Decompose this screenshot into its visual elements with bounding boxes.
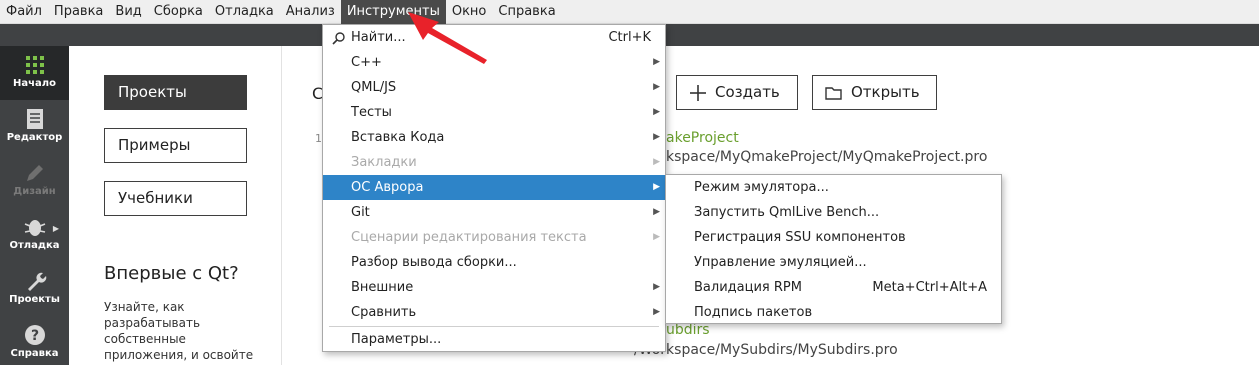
- menu-item-label: Параметры...: [351, 332, 442, 347]
- submenu-item-label: Валидация RPM: [694, 280, 802, 295]
- menu-view[interactable]: Вид: [109, 0, 147, 24]
- create-label: Создать: [715, 83, 780, 101]
- menu-analyze[interactable]: Анализ: [280, 0, 341, 24]
- menu-item-options[interactable]: Параметры...: [323, 327, 665, 352]
- submenu-item-label: Управление эмуляцией...: [694, 255, 867, 270]
- mode-label: Проекты: [9, 294, 60, 305]
- menu-item-label: Вставка Кода: [351, 130, 445, 145]
- menu-item-tests[interactable]: Тесты ▶: [323, 100, 665, 125]
- menu-item-label: ОС Аврора: [351, 180, 424, 195]
- mode-editor[interactable]: Редактор: [0, 100, 69, 154]
- plus-icon: [690, 85, 706, 101]
- search-icon: [332, 32, 345, 45]
- aurora-os-submenu: Режим эмулятора... Запустить QmlLive Ben…: [665, 174, 1002, 324]
- menu-item-label: Тесты: [351, 105, 392, 120]
- welcome-tutorials-button[interactable]: Учебники: [104, 181, 247, 216]
- menu-item-label: Закладки: [351, 155, 417, 170]
- menu-item-git[interactable]: Git ▶: [323, 200, 665, 225]
- mode-label: Дизайн: [13, 186, 56, 197]
- submenu-arrow-icon: ▶: [653, 57, 660, 67]
- menu-item-label: Найти...: [351, 30, 406, 45]
- welcome-examples-button[interactable]: Примеры: [104, 128, 247, 163]
- shortcut-label: Ctrl+K: [608, 30, 651, 45]
- mode-design[interactable]: Дизайн: [0, 154, 69, 208]
- welcome-nav-panel: Проекты Примеры Учебники Впервые с Qt? У…: [69, 46, 282, 365]
- svg-text:?: ?: [30, 328, 38, 344]
- submenu-arrow-icon: ▶: [653, 282, 660, 292]
- mode-label: Начало: [13, 78, 56, 89]
- submenu-arrow-icon: ▶: [653, 157, 660, 167]
- bug-icon: [24, 220, 45, 236]
- menu-item-aurora-os[interactable]: ОС Аврора ▶: [323, 175, 665, 200]
- welcome-projects-button[interactable]: Проекты: [104, 75, 247, 110]
- menu-item-find[interactable]: Найти... Ctrl+K: [323, 25, 665, 50]
- new-to-qt-text: Узнайте, как разрабатывать собственные п…: [104, 300, 254, 362]
- mode-label: Справка: [10, 348, 59, 359]
- tools-menu: Найти... Ctrl+K C++ ▶ QML/JS ▶ Тесты ▶ В…: [322, 24, 666, 352]
- mode-projects[interactable]: Проекты: [0, 262, 69, 316]
- open-project-button[interactable]: Открыть: [812, 75, 937, 110]
- submenu-item-label: Режим эмулятора...: [694, 180, 829, 195]
- shortcut-label: Meta+Ctrl+Alt+A: [872, 280, 987, 295]
- menu-item-label: Сравнить: [351, 305, 417, 320]
- submenu-item-ssu-registration[interactable]: Регистрация SSU компонентов: [666, 225, 1001, 250]
- menu-item-label: Внешние: [351, 280, 414, 295]
- submenu-item-qmllive-bench[interactable]: Запустить QmlLive Bench...: [666, 200, 1001, 225]
- submenu-arrow-icon: ▶: [653, 182, 660, 192]
- recent-project-path: /Workspace/MySubdirs/MySubdirs.pro: [634, 342, 898, 358]
- menu-item-parse-build-output[interactable]: Разбор вывода сборки...: [323, 250, 665, 275]
- help-icon: ?: [24, 325, 45, 345]
- expand-arrow-icon: ▶: [52, 224, 59, 233]
- menu-item-label: Сценарии редактирования текста: [351, 230, 587, 245]
- annotation-arrow-icon: [408, 12, 487, 64]
- recent-project-path: kspace/MyQmakeProject/MyQmakeProject.pro: [666, 149, 988, 165]
- wrench-icon: [27, 272, 46, 291]
- open-label: Открыть: [851, 83, 920, 101]
- menu-help[interactable]: Справка: [492, 0, 561, 24]
- recent-project-number: 1: [315, 132, 322, 145]
- create-project-button[interactable]: Создать: [676, 75, 798, 110]
- menu-edit[interactable]: Правка: [48, 0, 109, 24]
- mode-debug[interactable]: Отладка ▶: [0, 208, 69, 262]
- submenu-arrow-icon: ▶: [653, 207, 660, 217]
- submenu-item-label: Подпись пакетов: [694, 305, 813, 320]
- submenu-item-label: Запустить QmlLive Bench...: [694, 205, 880, 220]
- menu-file[interactable]: Файл: [0, 0, 48, 24]
- recent-project-name[interactable]: akeProject: [666, 130, 739, 146]
- menu-build[interactable]: Сборка: [148, 0, 209, 24]
- menu-item-text-editing-macros: Сценарии редактирования текста ▶: [323, 225, 665, 250]
- document-icon: [26, 109, 43, 129]
- grid-icon: [25, 56, 44, 74]
- mode-label: Редактор: [6, 132, 63, 143]
- folder-icon: [825, 87, 842, 100]
- menu-item-label: Разбор вывода сборки...: [351, 255, 517, 270]
- new-to-qt-title: Впервые с Qt?: [104, 263, 239, 284]
- menu-item-code-snippets[interactable]: Вставка Кода ▶: [323, 125, 665, 150]
- pencil-icon: [26, 165, 43, 181]
- menu-item-bookmarks: Закладки ▶: [323, 150, 665, 175]
- menu-item-label: Git: [351, 205, 370, 220]
- submenu-item-emulation-control[interactable]: Управление эмуляцией...: [666, 250, 1001, 275]
- menu-item-qmljs[interactable]: QML/JS ▶: [323, 75, 665, 100]
- mode-welcome[interactable]: Начало: [0, 46, 69, 100]
- menu-debug[interactable]: Отладка: [209, 0, 280, 24]
- submenu-arrow-icon: ▶: [653, 232, 660, 242]
- mode-label: Отладка: [9, 240, 60, 251]
- menu-bar: Файл Правка Вид Сборка Отладка Анализ Ин…: [0, 0, 1259, 24]
- submenu-arrow-icon: ▶: [653, 132, 660, 142]
- mode-help[interactable]: ? Справка: [0, 316, 69, 365]
- menu-item-cpp[interactable]: C++ ▶: [323, 50, 665, 75]
- menu-item-diff[interactable]: Сравнить ▶: [323, 300, 665, 325]
- menu-item-external[interactable]: Внешние ▶: [323, 275, 665, 300]
- submenu-arrow-icon: ▶: [653, 82, 660, 92]
- submenu-arrow-icon: ▶: [653, 107, 660, 117]
- submenu-item-sign-packages[interactable]: Подпись пакетов: [666, 300, 1001, 325]
- submenu-item-label: Регистрация SSU компонентов: [694, 230, 906, 245]
- menu-item-label: QML/JS: [351, 80, 397, 95]
- submenu-arrow-icon: ▶: [653, 307, 660, 317]
- submenu-item-rpm-validation[interactable]: Валидация RPM Meta+Ctrl+Alt+A: [666, 275, 1001, 300]
- mode-sidebar: Начало Редактор Дизайн Отладка ▶ Проекты…: [0, 46, 69, 365]
- menu-item-label: C++: [351, 55, 382, 70]
- submenu-item-emulator-mode[interactable]: Режим эмулятора...: [666, 175, 1001, 200]
